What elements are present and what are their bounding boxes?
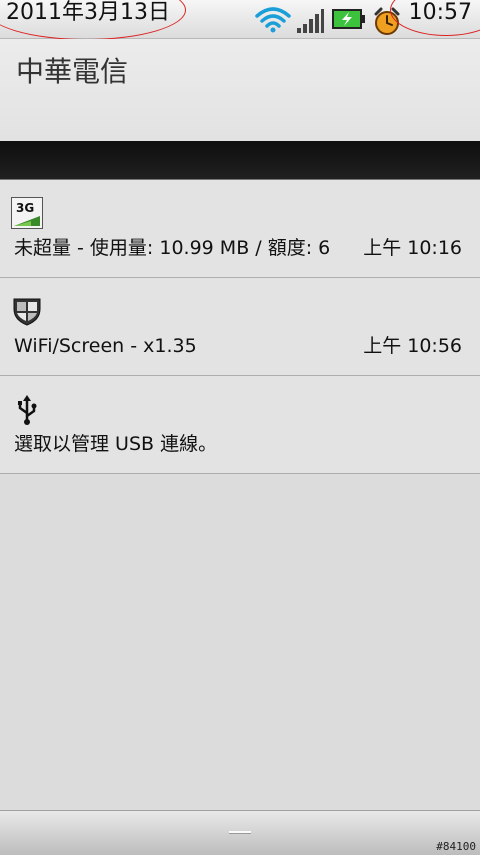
notification-time: 上午 10:16 (363, 237, 462, 259)
carrier-label: 中華電信 (16, 55, 129, 88)
handle-grip-icon (229, 831, 251, 833)
wifi-icon (255, 7, 291, 33)
notification-time: 上午 10:56 (363, 335, 462, 357)
signal-icon (297, 9, 324, 33)
watermark: #84100 (436, 840, 476, 853)
notification-drag-handle[interactable]: #84100 (0, 810, 480, 855)
carrier-area: 中華電信 (0, 39, 480, 141)
status-bar[interactable]: 2011年3月13日 10:57 (0, 0, 480, 40)
notification-text: 未超量 - 使用量: 10.99 MB / 額度: 6 (14, 237, 331, 259)
shield-icon (13, 298, 41, 326)
notification-header-band (0, 141, 480, 180)
usb-icon (18, 395, 37, 425)
3g-data-icon: 3G (11, 197, 43, 229)
notification-item-usb[interactable]: 選取以管理 USB 連線。 (0, 376, 480, 474)
annotation-ellipse-time (390, 0, 480, 36)
battery-charging-icon (332, 9, 365, 29)
notification-item-wifi-screen[interactable]: WiFi/Screen - x1.35 上午 10:56 (0, 278, 480, 376)
notification-list: 3G 未超量 - 使用量: 10.99 MB / 額度: 6 上午 10:16 … (0, 180, 480, 474)
notification-text: WiFi/Screen - x1.35 (14, 335, 197, 357)
notification-item-data-usage[interactable]: 3G 未超量 - 使用量: 10.99 MB / 額度: 6 上午 10:16 (0, 180, 480, 278)
annotation-ellipse-date (0, 0, 186, 40)
3g-label: 3G (16, 201, 34, 215)
notification-text: 選取以管理 USB 連線。 (14, 433, 218, 455)
